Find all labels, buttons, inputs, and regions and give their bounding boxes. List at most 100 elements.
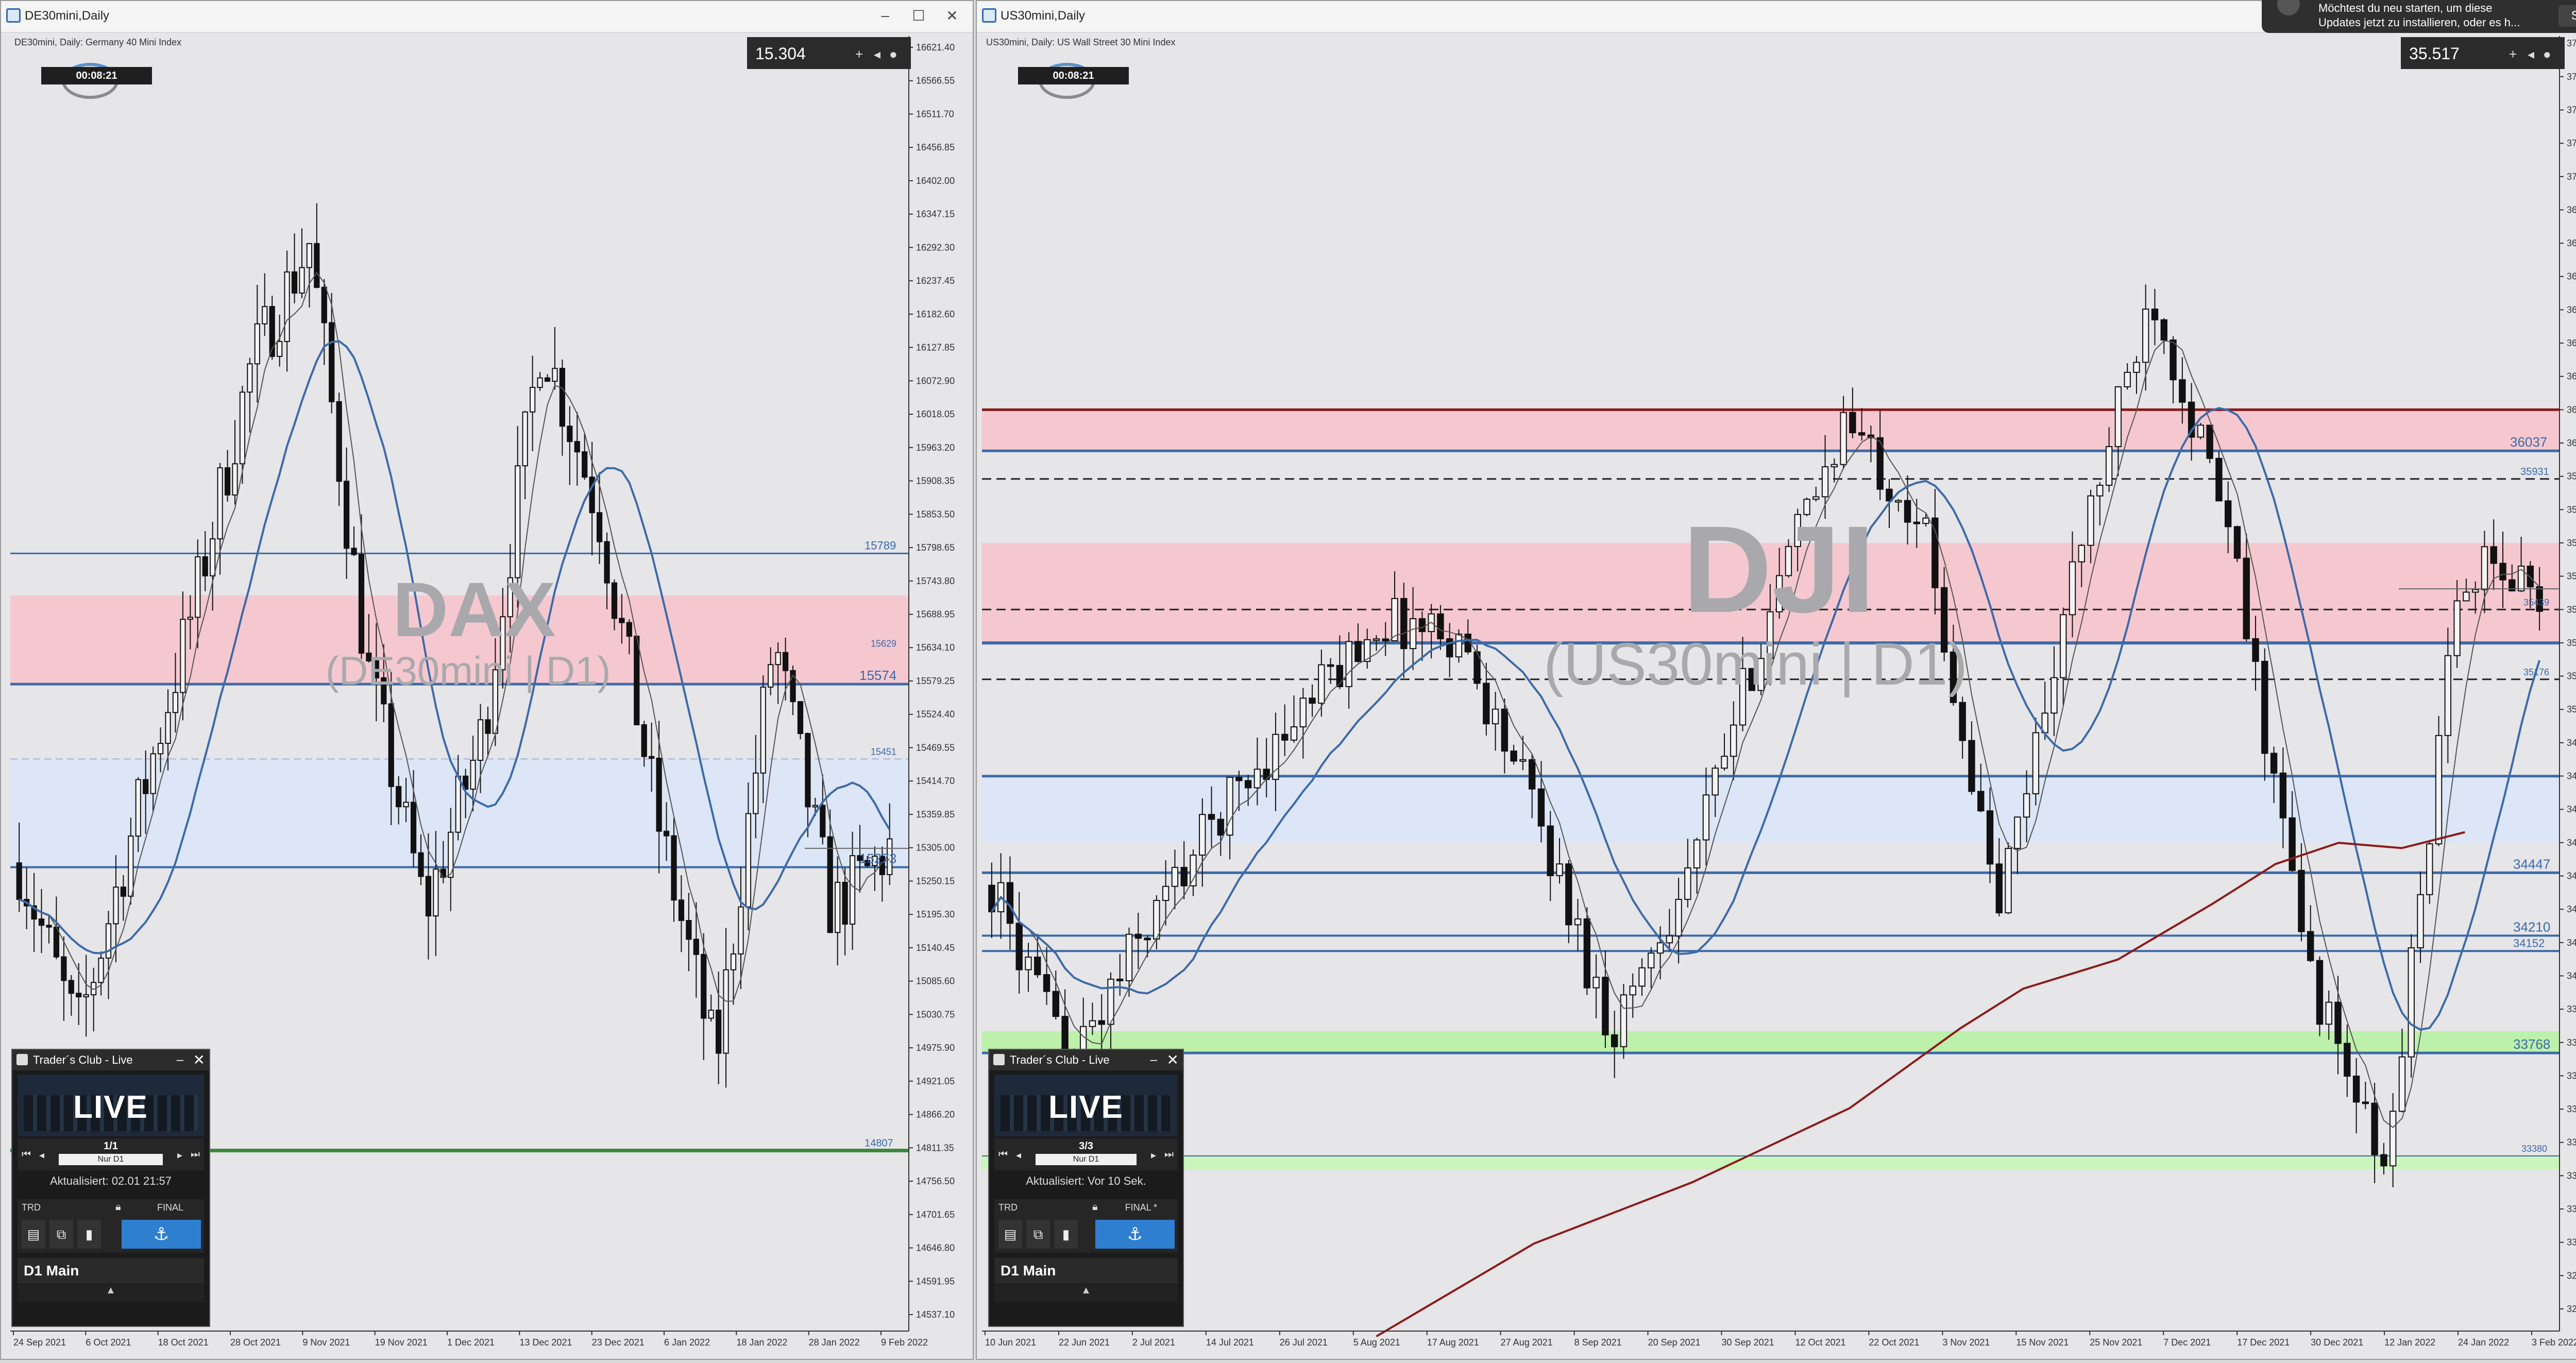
price-display[interactable]: 35.517 + ◂ ● bbox=[2401, 37, 2565, 69]
signal-navigator[interactable]: ⏮ ◂ 3/3 Nur D1 ▸ ⏭ bbox=[994, 1138, 1178, 1170]
expand-icon[interactable]: ▲ bbox=[994, 1285, 1178, 1302]
candle-body bbox=[1116, 978, 1124, 981]
y-tick-label: 15140.45 bbox=[916, 943, 955, 953]
windows-icon[interactable]: ⧉ bbox=[1026, 1220, 1050, 1249]
candle-body bbox=[1840, 412, 1847, 465]
y-tick-label: 16402.00 bbox=[916, 176, 955, 186]
candle-body bbox=[2069, 561, 2076, 616]
globe-icon[interactable]: ● bbox=[2543, 46, 2551, 62]
y-tick-label: 36945.00 bbox=[2567, 205, 2576, 215]
dji-chart-window[interactable]: US30mini,Daily 37572.50 37447.00 37321.50 3… bbox=[976, 0, 2576, 1360]
lock-icon[interactable]: 🔒︎ bbox=[115, 1201, 121, 1213]
candle-body bbox=[641, 724, 647, 757]
plus-icon[interactable]: + bbox=[2509, 46, 2517, 62]
dax-chart-window[interactable]: DE30mini,Daily – ☐ ✕ 16621.40 16566.55 165… bbox=[0, 0, 974, 1360]
candle-body bbox=[1693, 839, 1701, 868]
window-titlebar[interactable]: DE30mini,Daily – ☐ ✕ bbox=[1, 1, 973, 32]
next-icon[interactable]: ▸ bbox=[1151, 1149, 1156, 1162]
traders-club-panel[interactable]: Trader´s Club - Live – ✕ LIVE ⏮ ◂ 3/3 Nur D… bbox=[988, 1049, 1184, 1327]
candle-body bbox=[1968, 740, 1975, 792]
candle-body bbox=[1391, 598, 1398, 641]
candle-body bbox=[433, 868, 439, 917]
candle-body bbox=[1922, 517, 1929, 524]
close-button[interactable]: ✕ bbox=[942, 7, 962, 24]
candle-body bbox=[351, 548, 357, 555]
arrow-left-icon[interactable]: ◂ bbox=[874, 46, 880, 62]
y-tick-label: 37070.50 bbox=[2567, 172, 2576, 182]
next-icon[interactable]: ▸ bbox=[177, 1149, 182, 1162]
battery-icon[interactable]: ▮ bbox=[77, 1220, 101, 1249]
document-icon[interactable]: ▤ bbox=[22, 1220, 45, 1249]
x-tick-label: 24 Sep 2021 bbox=[13, 1337, 66, 1348]
candle-body bbox=[2078, 544, 2085, 563]
x-tick-label: 12 Oct 2021 bbox=[1795, 1337, 1845, 1348]
candle-body bbox=[16, 862, 22, 900]
x-tick-label: 1 Dec 2021 bbox=[447, 1337, 495, 1348]
last-icon[interactable]: ⏭ bbox=[1164, 1149, 1174, 1161]
lock-icon[interactable]: 🔒︎ bbox=[1092, 1201, 1098, 1213]
battery-icon[interactable]: ▮ bbox=[1054, 1220, 1078, 1249]
candle-body bbox=[2023, 793, 2030, 818]
candle-body bbox=[2014, 816, 2021, 849]
x-tick-label: 10 Jun 2021 bbox=[985, 1337, 1036, 1348]
candle-body bbox=[1015, 923, 1023, 970]
candle-body bbox=[1134, 933, 1142, 939]
candle-body bbox=[2279, 772, 2287, 819]
x-tick-label: 6 Jan 2022 bbox=[664, 1337, 710, 1348]
candle-body bbox=[232, 463, 238, 496]
expand-icon[interactable]: ▲ bbox=[18, 1285, 204, 1302]
signal-filter[interactable]: Nur D1 bbox=[1036, 1154, 1137, 1165]
update-notification[interactable]: Möchtest du neu starten, um diese Updates… bbox=[2262, 0, 2576, 33]
y-tick-label: 35941.00 bbox=[2567, 471, 2576, 482]
level-label: 14807 bbox=[865, 1137, 893, 1149]
candle-body bbox=[1501, 708, 1509, 752]
signal-navigator[interactable]: ⏮ ◂ 1/1 Nur D1 ▸ ⏭ bbox=[18, 1138, 204, 1170]
traders-club-panel[interactable]: Trader´s Club - Live – ✕ LIVE ⏮ ◂ 1/1 Nur D… bbox=[11, 1049, 210, 1327]
candle-body bbox=[202, 556, 208, 576]
candle-body bbox=[604, 541, 610, 584]
last-icon[interactable]: ⏭ bbox=[191, 1149, 200, 1161]
anchor-button[interactable]: ⚓︎ bbox=[122, 1220, 201, 1249]
candle-body bbox=[425, 876, 432, 917]
x-tick-label: 3 Feb 2022 bbox=[2532, 1337, 2576, 1348]
panel-close-button[interactable]: ✕ bbox=[193, 1050, 205, 1070]
candle-body bbox=[2362, 1101, 2369, 1104]
maximize-button[interactable]: ☐ bbox=[908, 7, 929, 24]
panel-minimize-button[interactable]: – bbox=[1150, 1050, 1157, 1070]
panel-minimize-button[interactable]: – bbox=[177, 1050, 183, 1070]
panel-header[interactable]: Trader´s Club - Live – ✕ bbox=[989, 1050, 1183, 1070]
candle-body bbox=[2444, 655, 2452, 736]
candle-body bbox=[180, 619, 186, 693]
x-tick-label: 22 Oct 2021 bbox=[1869, 1337, 1919, 1348]
panel-close-button[interactable]: ✕ bbox=[1167, 1050, 1179, 1070]
trd-label: TRD bbox=[22, 1202, 41, 1213]
candle-body bbox=[2233, 526, 2241, 559]
candle-body bbox=[2032, 732, 2040, 794]
candle-body bbox=[1583, 918, 1591, 989]
panel-header[interactable]: Trader´s Club - Live – ✕ bbox=[12, 1050, 209, 1070]
level-label: 35176 bbox=[2523, 667, 2549, 677]
later-button[interactable]: Später bbox=[2558, 5, 2576, 27]
y-tick-label: 15743.80 bbox=[916, 576, 955, 586]
minimize-button[interactable]: – bbox=[875, 7, 895, 24]
candle-body bbox=[2243, 557, 2250, 639]
candle-body bbox=[1913, 521, 1921, 524]
globe-icon[interactable]: ● bbox=[889, 46, 897, 62]
price-display[interactable]: 15.304 + ◂ ● bbox=[747, 37, 911, 69]
candle-body bbox=[1519, 759, 1527, 762]
candle-body bbox=[1904, 500, 1911, 523]
windows-icon[interactable]: ⧉ bbox=[49, 1220, 73, 1249]
candle-body bbox=[329, 322, 335, 402]
y-tick-label: 33054.50 bbox=[2567, 1237, 2576, 1248]
document-icon[interactable]: ▤ bbox=[998, 1220, 1022, 1249]
anchor-button[interactable]: ⚓︎ bbox=[1095, 1220, 1175, 1249]
y-tick-label: 14646.80 bbox=[916, 1243, 955, 1253]
level-label: 34152 bbox=[2513, 936, 2545, 949]
signal-filter[interactable]: Nur D1 bbox=[59, 1154, 163, 1165]
candle-body bbox=[76, 993, 82, 998]
plus-icon[interactable]: + bbox=[855, 46, 863, 62]
candle-body bbox=[396, 786, 402, 808]
arrow-left-icon[interactable]: ◂ bbox=[2528, 46, 2534, 62]
candle-body bbox=[678, 899, 685, 921]
candle-body bbox=[1977, 791, 1985, 812]
